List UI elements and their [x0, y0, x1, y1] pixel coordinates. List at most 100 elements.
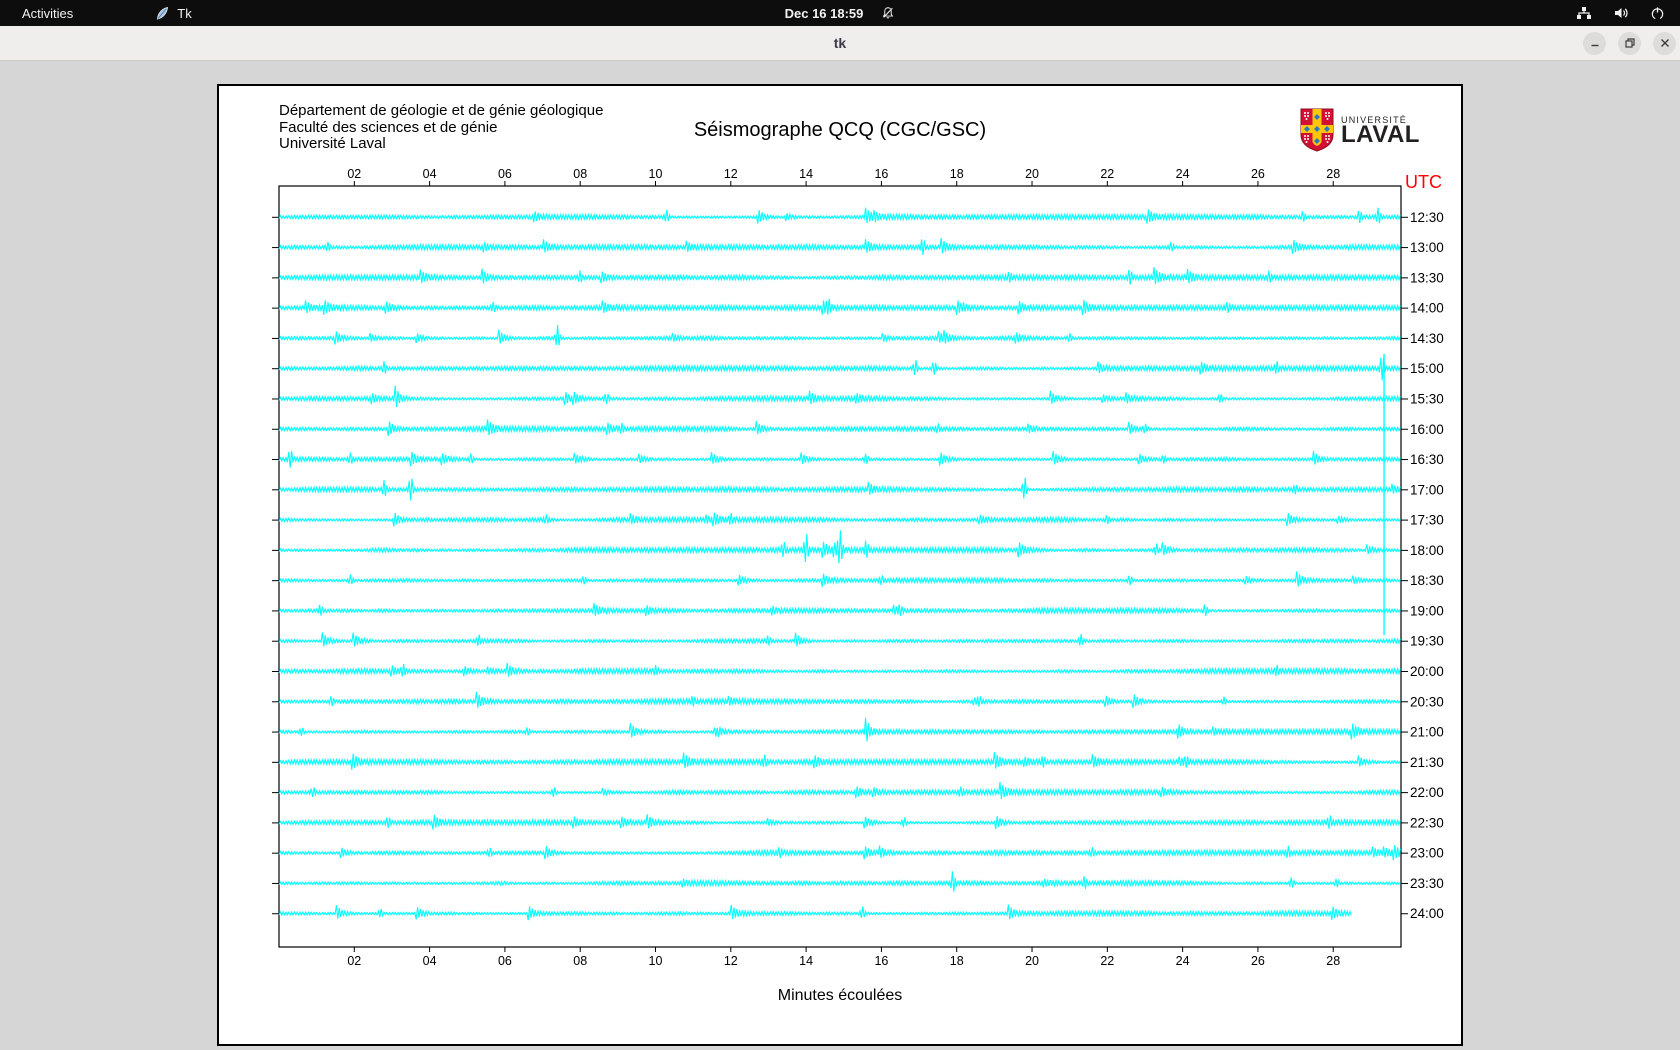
seismo-trace: [278, 530, 1401, 564]
window-titlebar[interactable]: tk: [0, 26, 1680, 61]
seismo-trace: [278, 385, 1401, 408]
trace-time-label: 17:30: [1410, 513, 1444, 528]
trace-time-label: 24:00: [1410, 906, 1444, 921]
trace-time-label: 18:00: [1410, 543, 1444, 558]
muted-bell-icon: [883, 7, 894, 19]
seismo-trace: [278, 871, 1401, 892]
x-tick-label-top: 16: [874, 167, 888, 181]
x-tick-label-bottom: 02: [347, 954, 361, 968]
x-tick-label-bottom: 06: [498, 954, 512, 968]
tk-feather-icon: [157, 6, 169, 20]
seismo-trace: [278, 632, 1401, 647]
volume-icon: [1615, 8, 1628, 18]
trace-time-label: 20:00: [1410, 664, 1444, 679]
x-axis-title: Minutes écoulées: [777, 987, 903, 1004]
x-tick-label-bottom: 20: [1025, 954, 1039, 968]
trace-time-label: 13:00: [1410, 240, 1444, 255]
trace-time-label: 14:00: [1410, 301, 1444, 316]
seismo-trace: [278, 845, 1401, 861]
trace-time-label: 17:00: [1410, 482, 1444, 497]
maximize-button[interactable]: [1618, 31, 1641, 55]
seismo-trace: [278, 512, 1401, 527]
seismo-trace: [278, 904, 1352, 921]
trace-time-label: 14:30: [1410, 331, 1444, 346]
x-tick-label-top: 06: [498, 167, 512, 181]
seismo-trace: [278, 751, 1401, 770]
x-tick-label-bottom: 08: [573, 954, 587, 968]
x-tick-label-bottom: 22: [1100, 954, 1114, 968]
x-tick-label-bottom: 26: [1251, 954, 1265, 968]
window-title: tk: [833, 35, 847, 51]
x-tick-label-top: 12: [724, 167, 738, 181]
seismo-trace: [278, 663, 1401, 677]
x-tick-label-top: 18: [950, 167, 964, 181]
trace-time-label: 15:30: [1410, 391, 1444, 406]
x-tick-label-bottom: 18: [950, 954, 964, 968]
x-tick-label-bottom: 24: [1176, 954, 1190, 968]
seismograph-card: Département de géologie et de génie géol…: [217, 84, 1463, 1046]
trace-time-label: 19:00: [1410, 603, 1444, 618]
trace-time-label: 21:00: [1410, 725, 1444, 740]
seismo-trace: [278, 477, 1401, 501]
trace-time-label: 20:30: [1410, 694, 1444, 709]
power-icon: [1651, 6, 1664, 20]
seismo-trace: [278, 602, 1401, 616]
clock-label: Dec 16 18:59: [784, 5, 864, 21]
x-tick-label-top: 14: [799, 167, 813, 181]
x-tick-label-bottom: 16: [874, 954, 888, 968]
seismo-trace: [278, 419, 1401, 436]
x-tick-label-bottom: 04: [423, 954, 437, 968]
restore-icon: [1624, 38, 1635, 48]
x-tick-label-bottom: 28: [1326, 954, 1340, 968]
seismo-trace: [278, 237, 1401, 256]
clock-button[interactable]: Dec 16 18:59: [785, 6, 896, 21]
x-tick-label-bottom: 12: [724, 954, 738, 968]
seismograph-plot: 02 02 04 04 06 06 08 08 10 10 12 12 14 14 16 16 18 18 20 20…: [272, 167, 1444, 968]
x-tick-label-top: 28: [1326, 167, 1340, 181]
x-tick-label-bottom: 14: [799, 954, 813, 968]
trace-time-label: 22:30: [1410, 815, 1444, 830]
trace-time-label: 21:30: [1410, 755, 1444, 770]
close-button[interactable]: [1653, 31, 1676, 55]
seismo-trace: [278, 298, 1401, 315]
seismo-trace: [278, 691, 1401, 709]
activities-button[interactable]: Activities: [16, 6, 79, 21]
trace-time-label: 15:00: [1410, 361, 1444, 376]
trace-time-label: 23:00: [1410, 846, 1444, 861]
network-wired-icon: [1577, 7, 1591, 19]
seismo-trace: [278, 357, 1401, 381]
x-tick-label-top: 22: [1100, 167, 1114, 181]
trace-time-label: 18:30: [1410, 573, 1444, 588]
trace-time-label: 13:30: [1410, 270, 1444, 285]
utc-label: UTC: [1405, 172, 1442, 192]
top-bar: Activities Tk Dec 16 18:59: [0, 0, 1680, 26]
minimize-button[interactable]: [1583, 31, 1606, 55]
x-tick-label-top: 20: [1025, 167, 1039, 181]
window-content: Département de géologie et de génie géol…: [0, 61, 1680, 1050]
system-status-area[interactable]: [1576, 0, 1680, 26]
app-menu-label: Tk: [177, 5, 192, 21]
trace-time-label: 16:00: [1410, 422, 1444, 437]
seismo-trace: [278, 814, 1401, 830]
seismo-trace: [278, 267, 1401, 285]
x-tick-label-top: 04: [423, 167, 437, 181]
trace-time-label: 23:30: [1410, 876, 1444, 891]
seismo-trace: [278, 782, 1401, 799]
minimize-icon: [1591, 44, 1598, 47]
x-tick-label-top: 08: [573, 167, 587, 181]
seismo-trace: [278, 324, 1401, 346]
trace-time-label: 22:00: [1410, 785, 1444, 800]
trace-time-label: 16:30: [1410, 452, 1444, 467]
seismo-trace: [278, 571, 1401, 587]
x-tick-label-top: 24: [1176, 167, 1190, 181]
trace-time-label: 19:30: [1410, 634, 1444, 649]
close-icon: [1660, 39, 1669, 47]
x-tick-label-top: 02: [347, 167, 361, 181]
app-menu-button[interactable]: Tk: [155, 5, 192, 21]
x-tick-label-top: 26: [1251, 167, 1265, 181]
plot-frame: [278, 185, 1402, 948]
seismo-trace: [278, 207, 1401, 224]
x-tick-label-bottom: 10: [649, 954, 663, 968]
seismo-trace: [278, 717, 1401, 742]
seismo-trace: [278, 451, 1401, 468]
